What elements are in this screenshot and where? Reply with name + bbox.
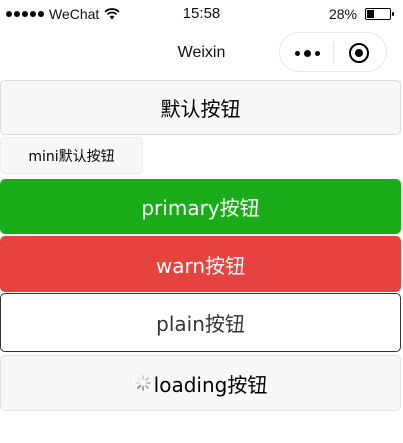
plain-button[interactable]: plain按钮 bbox=[0, 293, 401, 352]
capsule-divider bbox=[333, 42, 334, 64]
mini-default-button[interactable]: mini默认按钮 bbox=[0, 137, 143, 174]
more-dots-icon[interactable] bbox=[292, 47, 322, 59]
warn-button-label: warn按钮 bbox=[155, 253, 246, 278]
menu-capsule bbox=[279, 32, 387, 72]
loading-spinner-icon bbox=[134, 375, 151, 391]
primary-button-label: primary按钮 bbox=[141, 196, 260, 220]
plain-button-label: plain按钮 bbox=[156, 312, 245, 336]
warn-button[interactable]: warn按钮 bbox=[0, 236, 401, 292]
battery-fill bbox=[367, 10, 374, 18]
primary-button[interactable]: primary按钮 bbox=[0, 179, 401, 234]
loading-button-label: loading按钮 bbox=[153, 372, 268, 397]
battery-icon bbox=[365, 8, 394, 20]
status-bar: WeChat 15:58 28% bbox=[0, 0, 403, 28]
mini-button-label: mini默认按钮 bbox=[28, 148, 115, 165]
default-button-label: 默认按钮 bbox=[160, 97, 241, 121]
status-right: 28% bbox=[328, 5, 394, 23]
target-circle-icon[interactable] bbox=[349, 43, 369, 63]
default-button[interactable]: 默认按钮 bbox=[0, 80, 401, 135]
nav-bar: Weixin bbox=[0, 28, 403, 78]
loading-button[interactable]: loading按钮 bbox=[0, 355, 401, 411]
battery-percent: 28% bbox=[328, 6, 357, 22]
